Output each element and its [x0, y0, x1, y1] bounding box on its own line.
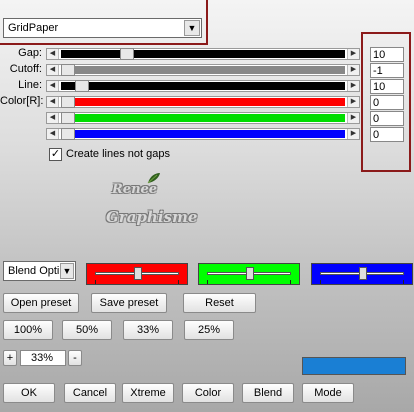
arrow-right-icon[interactable]: ▶: [347, 65, 359, 75]
arrow-left-icon[interactable]: ◀: [47, 49, 59, 59]
slider-track[interactable]: ◀ ▶: [46, 48, 360, 60]
slider-track[interactable]: ◀ ▶: [46, 112, 360, 124]
zoom-value-text: 33%: [31, 352, 54, 364]
slider-label: Line:: [18, 79, 42, 91]
zoom-50-button[interactable]: 50%: [62, 320, 112, 340]
slider-fill: [134, 50, 345, 58]
blend-swatch[interactable]: [198, 263, 300, 285]
preset-select-value: GridPaper: [8, 22, 59, 34]
create-lines-label: Create lines not gaps: [66, 148, 170, 160]
create-lines-checkbox[interactable]: ✓: [49, 148, 62, 161]
slider-track[interactable]: ◀ ▶: [46, 80, 360, 92]
checkmark-icon: ✓: [50, 148, 61, 160]
slider-track[interactable]: ◀ ▶: [46, 128, 360, 140]
chevron-down-icon[interactable]: ▼: [60, 263, 74, 279]
zoom-25-button[interactable]: 25%: [184, 320, 234, 340]
zoom-minus-button[interactable]: -: [68, 350, 82, 366]
slider-thumb[interactable]: [61, 64, 75, 76]
slider-fill: [75, 114, 345, 122]
chevron-down-icon[interactable]: ▼: [184, 20, 200, 36]
slider-thumb[interactable]: [61, 128, 75, 140]
slider-thumb[interactable]: [75, 80, 89, 92]
blend-options-select[interactable]: Blend Opti ▼: [3, 261, 76, 281]
arrow-left-icon[interactable]: ◀: [47, 113, 59, 123]
watermark-line-1: Renee: [112, 182, 158, 197]
filter-dialog: GridPaper ▼ Gap: ◀ ▶ 10 Cutoff: ◀ ▶ -1 Line: ◀ ▶ 10…: [0, 0, 414, 412]
blend-swatch[interactable]: [311, 263, 413, 285]
slider-label: Color[R]:: [0, 95, 44, 107]
reset-button[interactable]: Reset: [183, 293, 256, 313]
mode-button[interactable]: Mode: [302, 383, 354, 403]
slider-fill: [61, 50, 120, 58]
slider-fill: [89, 82, 345, 90]
arrow-left-icon[interactable]: ◀: [47, 97, 59, 107]
slider-thumb[interactable]: [120, 48, 134, 60]
arrow-right-icon[interactable]: ▶: [347, 97, 359, 107]
ok-button[interactable]: OK: [3, 383, 55, 403]
arrow-right-icon[interactable]: ▶: [347, 113, 359, 123]
arrow-right-icon[interactable]: ▶: [347, 81, 359, 91]
cancel-button[interactable]: Cancel: [64, 383, 116, 403]
save-preset-button[interactable]: Save preset: [91, 293, 167, 313]
arrow-left-icon[interactable]: ◀: [47, 129, 59, 139]
xtreme-button[interactable]: Xtreme: [122, 383, 174, 403]
swatch-thumb[interactable]: [246, 267, 254, 280]
zoom-plus-button[interactable]: +: [3, 350, 17, 366]
blend-swatch[interactable]: [86, 263, 188, 285]
blend-options-value: Blend Opti: [8, 265, 60, 277]
preset-select[interactable]: GridPaper ▼: [3, 18, 202, 38]
slider-label: Gap:: [18, 47, 42, 59]
slider-fill: [61, 82, 75, 90]
zoom-100-button[interactable]: 100%: [3, 320, 53, 340]
slider-track[interactable]: ◀ ▶: [46, 64, 360, 76]
slider-thumb[interactable]: [61, 112, 75, 124]
values-highlight-frame: [361, 32, 411, 172]
slider-track[interactable]: ◀ ▶: [46, 96, 360, 108]
slider-thumb[interactable]: [61, 96, 75, 108]
zoom-value-field[interactable]: 33%: [20, 350, 66, 366]
arrow-left-icon[interactable]: ◀: [47, 81, 59, 91]
swatch-ticks: [320, 280, 404, 284]
slider-label: Cutoff:: [9, 63, 42, 75]
slider-fill: [75, 66, 345, 74]
slider-fill: [75, 98, 345, 106]
arrow-right-icon[interactable]: ▶: [347, 129, 359, 139]
color-button[interactable]: Color: [182, 383, 234, 403]
open-preset-button[interactable]: Open preset: [3, 293, 79, 313]
swatch-ticks: [95, 280, 179, 284]
swatch-thumb[interactable]: [359, 267, 367, 280]
swatch-thumb[interactable]: [134, 267, 142, 280]
zoom-33-button[interactable]: 33%: [123, 320, 173, 340]
arrow-left-icon[interactable]: ◀: [47, 65, 59, 75]
watermark-line-2: Graphisme: [106, 208, 198, 226]
slider-fill: [75, 130, 345, 138]
preview-color-bar[interactable]: [302, 357, 406, 375]
arrow-right-icon[interactable]: ▶: [347, 49, 359, 59]
blend-button[interactable]: Blend: [242, 383, 294, 403]
swatch-ticks: [207, 280, 291, 284]
